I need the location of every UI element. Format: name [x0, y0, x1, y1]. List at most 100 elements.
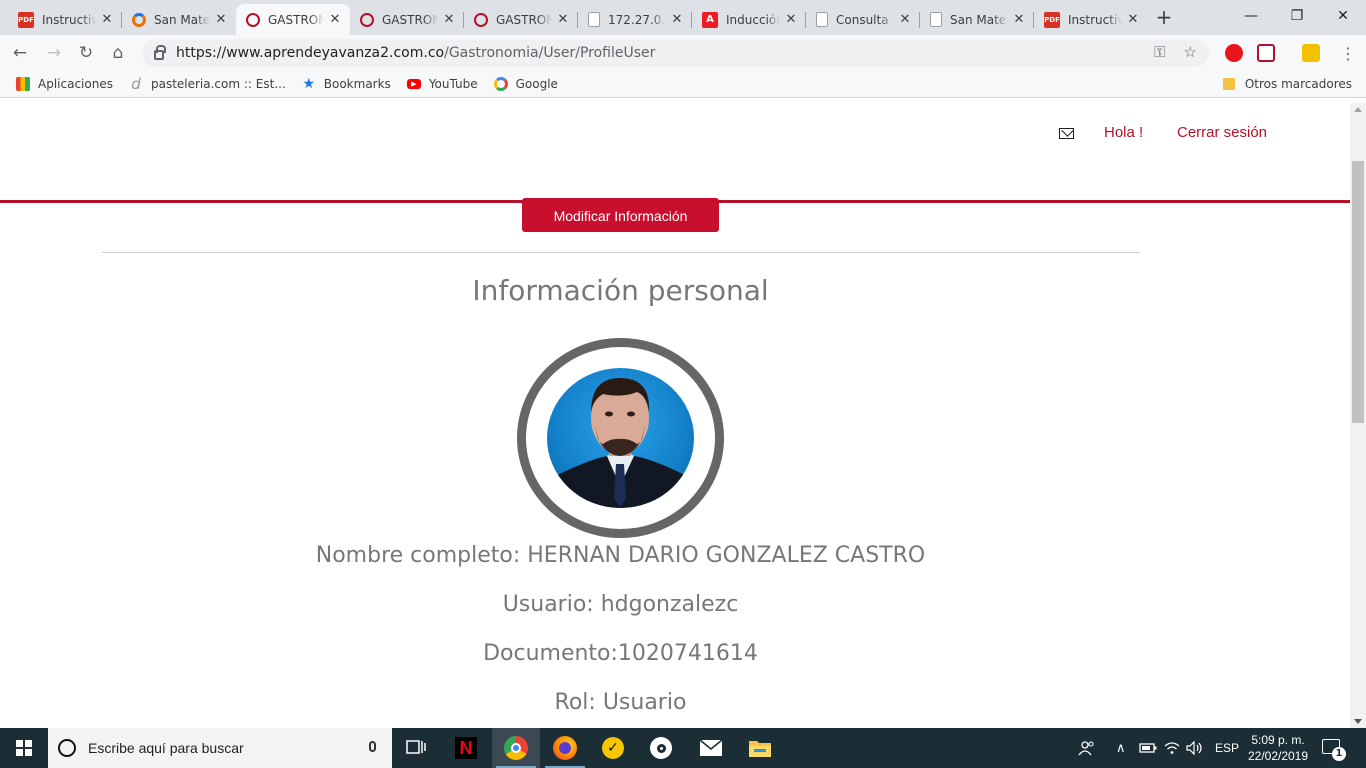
firefox-icon[interactable]: [541, 728, 589, 768]
menu-kebab-icon[interactable]: ⋮: [1336, 41, 1360, 65]
tab-ip-address[interactable]: 172.27.0.2 ✕: [578, 4, 692, 35]
tab-close-icon[interactable]: ✕: [898, 12, 912, 27]
tab-close-icon[interactable]: ✕: [1012, 12, 1026, 27]
tab-induccion[interactable]: A Inducción ✕: [692, 4, 806, 35]
scroll-up-arrow-icon[interactable]: [1354, 107, 1362, 112]
new-tab-button[interactable]: +: [1152, 7, 1176, 29]
profile-photo: [547, 368, 694, 508]
bookmark-label: Google: [515, 77, 558, 91]
role-text: Rol: Usuario: [554, 690, 687, 715]
section-title: Información personal: [472, 274, 769, 307]
mail-icon[interactable]: [687, 728, 735, 768]
task-view-icon[interactable]: [392, 728, 440, 768]
modify-information-button[interactable]: Modificar Información: [522, 198, 719, 232]
address-bar[interactable]: https://www.aprendeyavanza2.com.co/Gastr…: [142, 39, 1209, 67]
tab-san-mateo-1[interactable]: San Mateo ✕: [122, 4, 236, 35]
clock-time: 5:09 p. m.: [1251, 733, 1305, 747]
tab-title: San Mateo: [154, 12, 210, 27]
tab-title: Consulta: [836, 12, 889, 27]
username-text: Usuario: hdgonzalezc: [502, 592, 739, 617]
taskbar-search[interactable]: Escribe aquí para buscar: [48, 728, 392, 768]
scrollbar-thumb[interactable]: [1352, 161, 1364, 423]
tab-close-icon[interactable]: ✕: [328, 12, 342, 27]
system-clock[interactable]: 5:09 p. m. 22/02/2019: [1246, 732, 1310, 764]
lock-icon: [154, 45, 166, 60]
people-icon[interactable]: [1078, 728, 1096, 768]
home-icon[interactable]: ⌂: [106, 41, 130, 65]
tab-close-icon[interactable]: ✕: [670, 12, 684, 27]
page-scrollbar[interactable]: [1350, 103, 1366, 728]
tab-gastronomia-active[interactable]: GASTRONOMIA ✕: [236, 4, 350, 35]
tab-gastronomia-2[interactable]: GASTRONOMIA ✕: [350, 4, 464, 35]
tab-close-icon[interactable]: ✕: [784, 12, 798, 27]
tab-san-mateo-2[interactable]: San Mateo ✕: [920, 4, 1034, 35]
start-button[interactable]: [0, 728, 48, 768]
back-arrow-icon[interactable]: ←: [8, 41, 32, 65]
tab-title: Instructivo: [42, 12, 96, 27]
tab-instructivo-2[interactable]: PDF Instructivo ✕: [1034, 4, 1148, 35]
restore-icon[interactable]: ❐: [1274, 0, 1320, 32]
bookmark-label: pasteleria.com :: Est...: [150, 77, 286, 91]
scroll-down-arrow-icon[interactable]: [1354, 719, 1362, 724]
windows-taskbar: Escribe aquí para buscar N ✓ ∧ ESP 5:09 …: [0, 728, 1366, 768]
document-icon: [816, 12, 828, 27]
extension-icon[interactable]: [1302, 44, 1320, 62]
netflix-icon[interactable]: N: [442, 728, 490, 768]
loading-spinner-icon: [132, 12, 146, 27]
bookmark-star-icon[interactable]: ☆: [1184, 43, 1197, 61]
youtube-icon: ▶: [406, 79, 421, 89]
tab-close-icon[interactable]: ✕: [214, 12, 228, 27]
other-bookmarks-label: Otros marcadores: [1244, 77, 1352, 91]
minimize-icon[interactable]: —: [1228, 0, 1274, 32]
tab-strip: PDF Instructivo ✕ San Mateo ✕ GASTRONOMI…: [0, 0, 1366, 35]
bookmark-youtube[interactable]: ▶ YouTube: [406, 77, 478, 91]
file-explorer-icon[interactable]: [736, 728, 784, 768]
other-bookmarks[interactable]: Otros marcadores: [1222, 77, 1352, 91]
bookmark-label: YouTube: [428, 77, 478, 91]
battery-icon[interactable]: [1139, 728, 1157, 768]
greeting-link[interactable]: Hola !: [1104, 124, 1143, 141]
bookmark-label: Aplicaciones: [38, 77, 113, 91]
tab-title: Instructivo: [1068, 12, 1122, 27]
divider: [102, 252, 1140, 253]
logout-link[interactable]: Cerrar sesión: [1177, 124, 1267, 141]
document-text: Documento:1020741614: [483, 641, 758, 666]
apps-icon: [16, 77, 30, 91]
search-placeholder: Escribe aquí para buscar: [88, 740, 244, 756]
full-name-text: Nombre completo: HERNAN DARIO GONZALEZ C…: [315, 543, 926, 568]
tab-instructivo-1[interactable]: PDF Instructivo ✕: [8, 4, 122, 35]
bookmark-pasteleria[interactable]: d pasteleria.com :: Est...: [129, 75, 286, 93]
bookmark-aplicaciones[interactable]: Aplicaciones: [16, 77, 113, 91]
adobe-icon: A: [702, 11, 718, 28]
bookmark-bookmarks[interactable]: ★ Bookmarks: [302, 76, 390, 92]
wifi-icon[interactable]: [1163, 728, 1181, 768]
adblock-extension-icon[interactable]: [1225, 44, 1243, 62]
tab-close-icon[interactable]: ✕: [556, 12, 570, 27]
window-controls: — ❐ ✕: [1228, 0, 1366, 32]
pasteleria-favicon: d: [131, 75, 141, 93]
url-host: https://www.aprendeyavanza2.com.co: [176, 45, 445, 61]
forward-arrow-icon[interactable]: →: [42, 41, 66, 65]
key-icon[interactable]: ⚿: [1154, 43, 1165, 61]
reload-icon[interactable]: ↻: [74, 41, 98, 65]
gastronomia-logo-icon: [360, 12, 374, 27]
shield-extension-icon[interactable]: [1257, 44, 1275, 62]
volume-icon[interactable]: [1186, 728, 1204, 768]
tab-close-icon[interactable]: ✕: [442, 12, 456, 27]
tab-close-icon[interactable]: ✕: [1126, 12, 1140, 27]
document-icon: [930, 12, 942, 27]
norton-icon[interactable]: ✓: [589, 728, 637, 768]
tab-title: GASTRONOMIA: [496, 12, 552, 27]
folder-icon: [1222, 78, 1235, 90]
language-indicator[interactable]: ESP: [1215, 728, 1239, 768]
bookmark-google[interactable]: Google: [493, 77, 558, 91]
microphone-icon[interactable]: [369, 741, 376, 752]
tab-gastronomia-3[interactable]: GASTRONOMIA ✕: [464, 4, 578, 35]
chrome-icon[interactable]: [492, 728, 540, 768]
close-window-icon[interactable]: ✕: [1320, 0, 1366, 32]
envelope-icon[interactable]: [1059, 128, 1074, 139]
tab-consulta[interactable]: Consulta ✕: [806, 4, 920, 35]
show-hidden-icons-icon[interactable]: ∧: [1116, 728, 1126, 768]
tab-close-icon[interactable]: ✕: [100, 12, 114, 27]
steam-icon[interactable]: [637, 728, 685, 768]
